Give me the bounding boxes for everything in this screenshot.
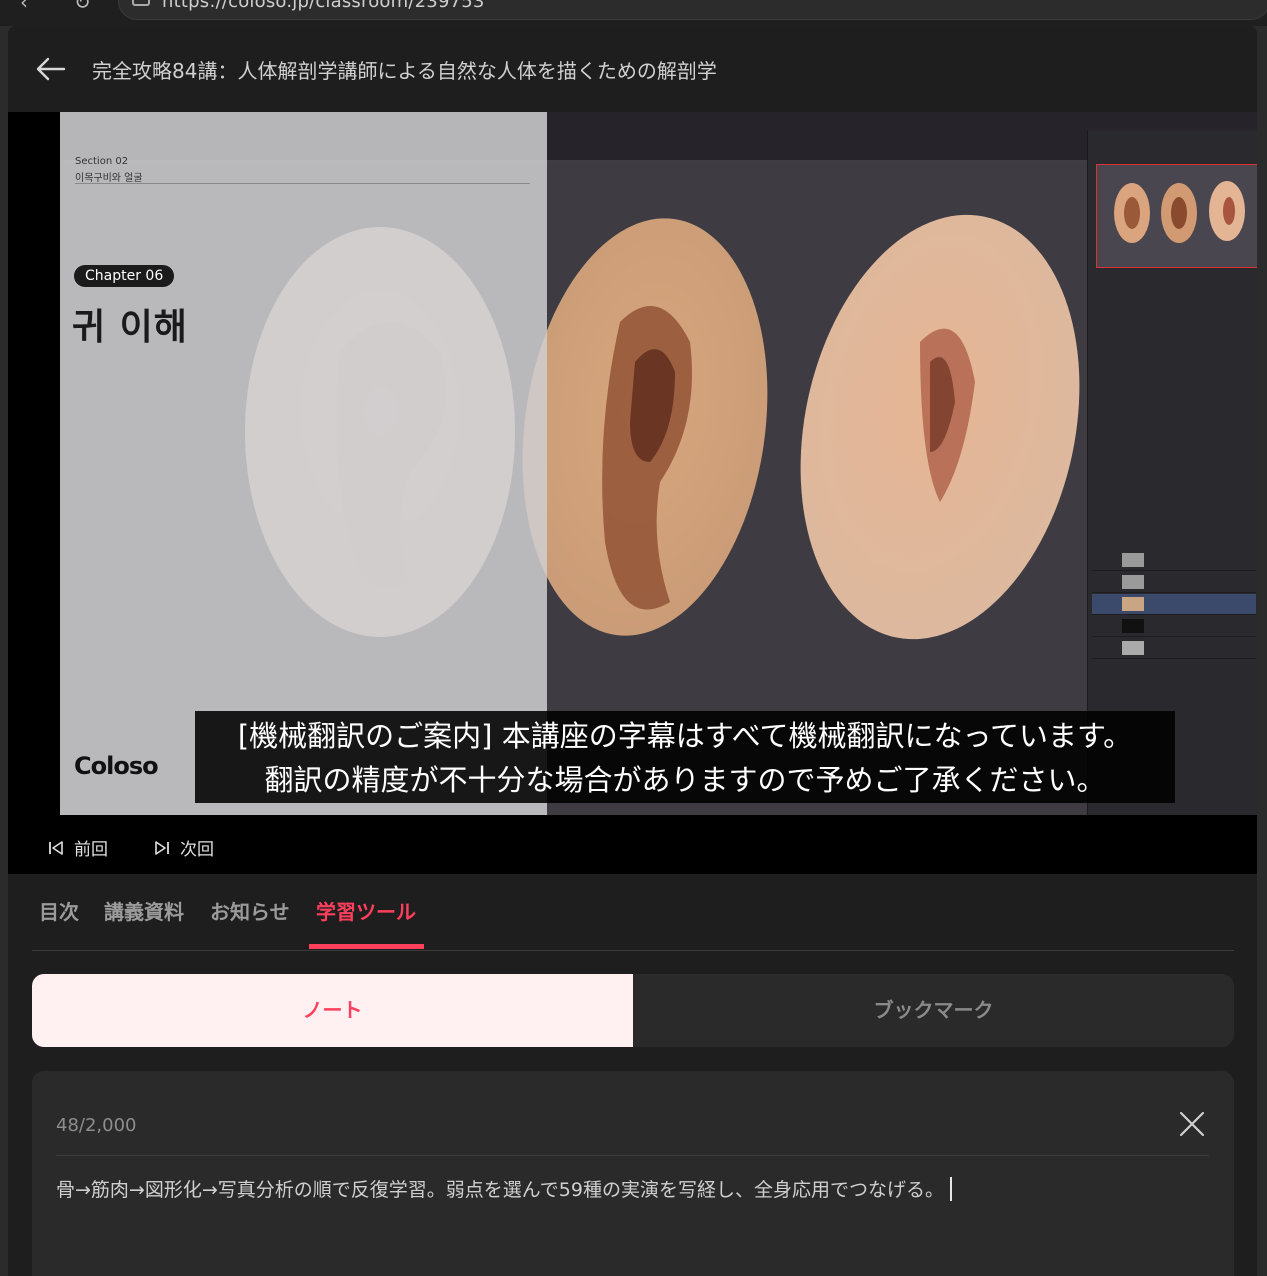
site-info-icon[interactable] <box>132 0 150 6</box>
next-lesson-button[interactable]: 次回 <box>154 835 214 860</box>
section-divider <box>75 183 530 184</box>
browser-back-icon[interactable]: ‹ <box>20 0 28 14</box>
previous-lesson-label: 前回 <box>74 840 108 860</box>
note-editor: 48/2,000 骨→筋肉→図形化→写真分析の順で反復学習。弱点を選んで59種の… <box>32 1071 1234 1276</box>
skip-previous-icon <box>49 840 63 855</box>
learning-tool-switch: ノート ブックマーク <box>32 974 1234 1047</box>
page-header: 完全攻略84講：人体解剖学講師による自然な人体を描くための解剖学 <box>8 26 1257 112</box>
back-arrow-icon[interactable] <box>34 52 68 86</box>
subtitle-line: [機械翻訳のご案内] 本講座の字幕はすべて機械翻訳になっています。 <box>237 719 1133 753</box>
close-icon[interactable] <box>1176 1108 1208 1140</box>
layer-row <box>1092 594 1256 615</box>
skip-next-icon <box>155 840 169 855</box>
address-bar-url[interactable]: https://coloso.jp/classroom/239753 <box>162 0 485 12</box>
subtitle-line: 翻訳の精度が不十分な場合がありますので予めご了承ください。 <box>264 763 1106 797</box>
layer-row <box>1092 572 1256 593</box>
video-frame[interactable]: Section 02 이목구비와 얼굴 Chapter 06 귀 이해 Colo… <box>60 112 1257 815</box>
bookmark-segment-button[interactable]: ブックマーク <box>633 974 1234 1047</box>
text-caret <box>950 1177 952 1201</box>
note-content: 骨→筋肉→図形化→写真分析の順で反復学習。弱点を選んで59種の実演を写経し、全身… <box>56 1179 944 1201</box>
section-name: 이목구비와 얼굴 <box>75 173 143 184</box>
tab-announcements[interactable]: お知らせ <box>210 896 290 925</box>
character-counter: 48/2,000 <box>56 1115 137 1136</box>
note-segment-button[interactable]: ノート <box>32 974 633 1047</box>
tab-table-of-contents[interactable]: 目次 <box>39 896 79 925</box>
tab-course-materials[interactable]: 講義資料 <box>104 896 184 925</box>
course-title: 完全攻略84講：人体解剖学講師による自然な人体を描くための解剖学 <box>92 59 717 83</box>
note-divider <box>56 1155 1209 1156</box>
layer-row <box>1092 638 1256 659</box>
lesson-tabs: 目次 講義資料 お知らせ 学習ツール <box>32 874 1234 951</box>
previous-lesson-button[interactable]: 前回 <box>48 835 108 860</box>
browser-chrome: ‹ ↻ https://coloso.jp/classroom/239753 <box>0 0 1267 26</box>
layer-row <box>1092 550 1256 571</box>
note-textarea[interactable]: 骨→筋肉→図形化→写真分析の順で反復学習。弱点を選んで59種の実演を写経し、全身… <box>56 1175 952 1202</box>
classroom-page: 完全攻略84講：人体解剖学講師による自然な人体を描くための解剖学 Section… <box>8 26 1257 1276</box>
chapter-badge: Chapter 06 <box>74 265 175 287</box>
chapter-title-card: Section 02 이목구비와 얼굴 Chapter 06 귀 이해 Colo… <box>60 112 547 815</box>
video-subtitle: [機械翻訳のご案内] 本講座の字幕はすべて機械翻訳になっています。 翻訳の精度が… <box>195 711 1175 803</box>
active-tab-indicator <box>309 944 424 949</box>
next-lesson-label: 次回 <box>180 840 214 860</box>
layer-row <box>1092 616 1256 637</box>
browser-reload-icon[interactable]: ↻ <box>74 0 91 14</box>
tab-learning-tools[interactable]: 学習ツール <box>316 896 416 925</box>
section-label: Section 02 <box>75 156 129 167</box>
chapter-title: 귀 이해 <box>72 307 188 348</box>
player-controls: 前回 次回 <box>8 815 1257 874</box>
video-player[interactable]: Section 02 이목구비와 얼굴 Chapter 06 귀 이해 Colo… <box>8 112 1257 874</box>
navigator-thumbnail <box>1096 164 1257 268</box>
coloso-logo: Coloso <box>74 752 159 780</box>
